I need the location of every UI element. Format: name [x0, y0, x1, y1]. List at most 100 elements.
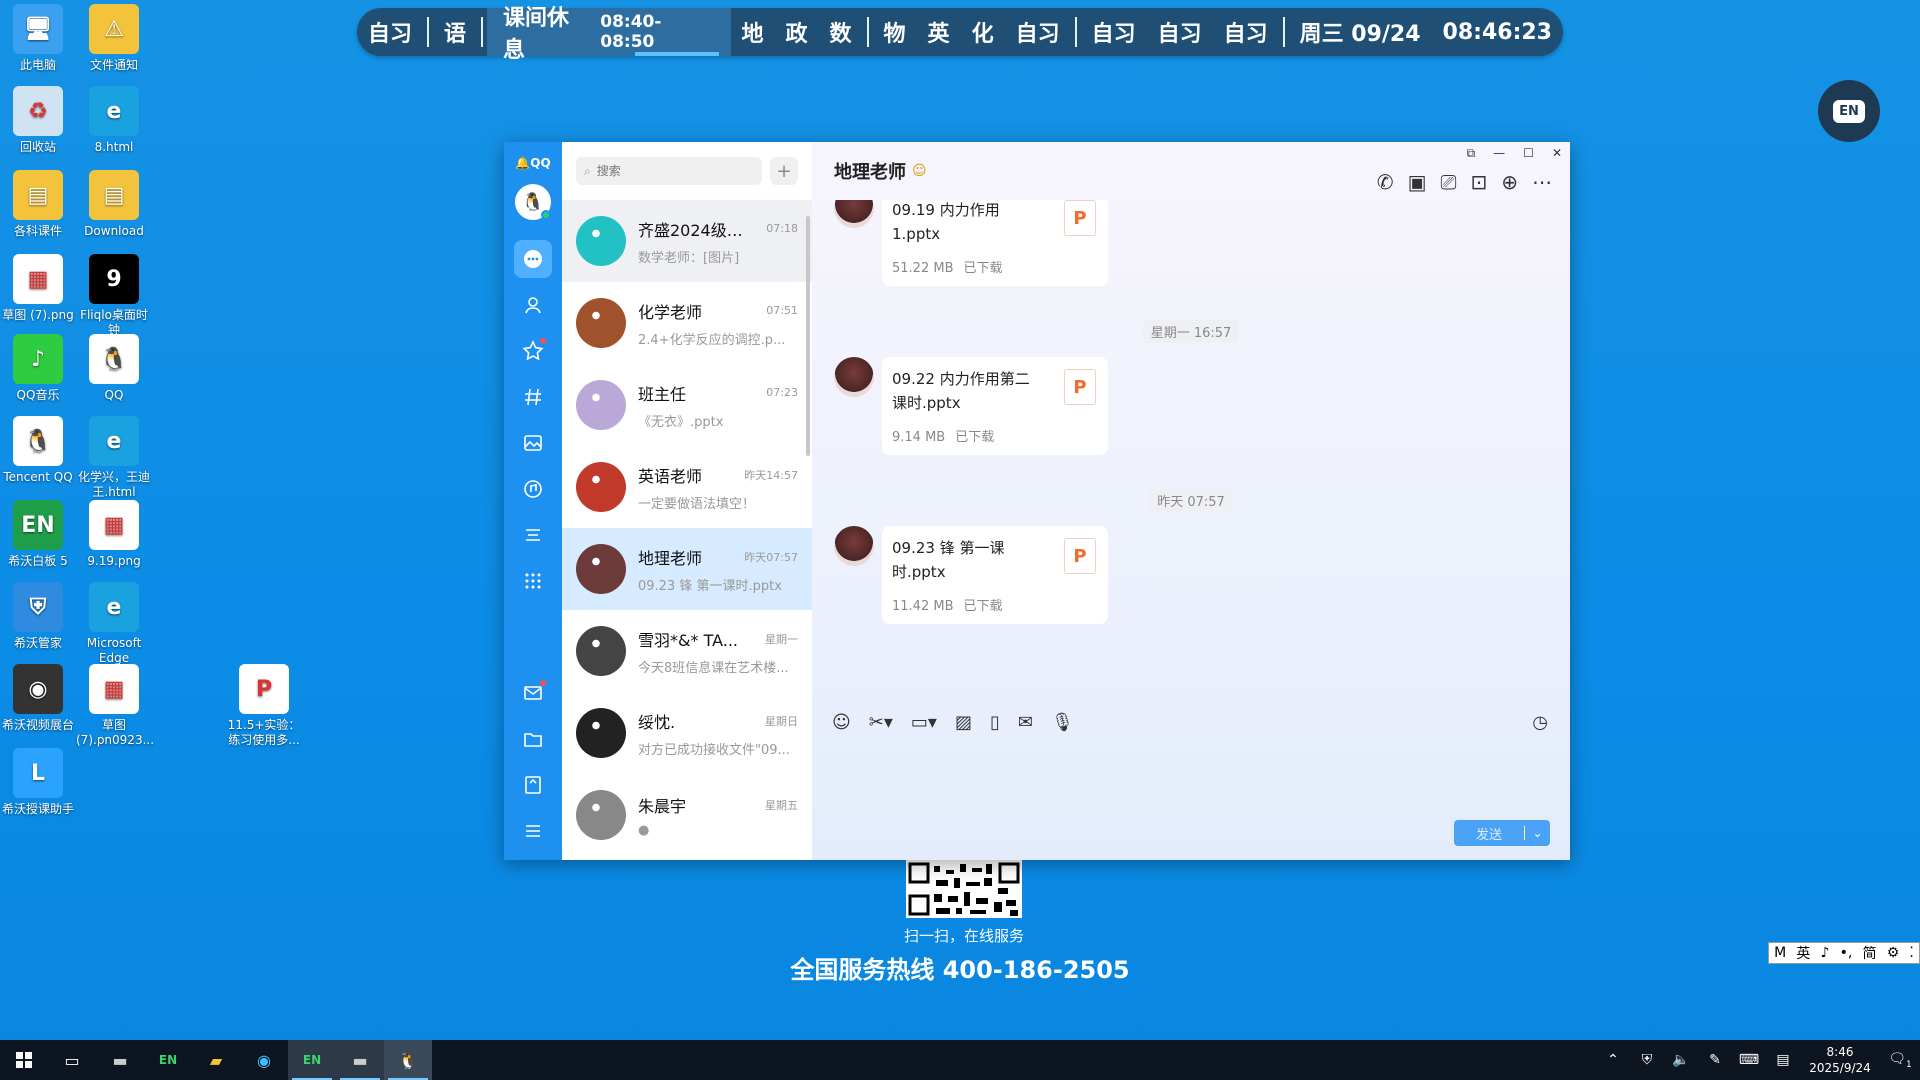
start-button[interactable]: [0, 1040, 48, 1080]
desktop-icon[interactable]: P 11.5+实验：练习使用多...: [226, 664, 302, 748]
desktop-icon[interactable]: e 8.html: [76, 86, 152, 155]
desktop-icon[interactable]: L 希沃授课助手: [0, 748, 76, 817]
apps-nav-icon[interactable]: [514, 562, 552, 600]
tablet-mode-icon[interactable]: ▤: [1766, 1052, 1800, 1068]
notification-icon[interactable]: 🗨1: [1880, 1051, 1920, 1070]
favorites-nav-icon[interactable]: [514, 332, 552, 370]
history-icon[interactable]: ◷: [1532, 712, 1548, 733]
channels-nav-icon[interactable]: [514, 378, 552, 416]
taskbar-qq-icon[interactable]: 🐧: [384, 1040, 432, 1080]
desktop-icon[interactable]: ▤ 各科课件: [0, 170, 76, 239]
minimize-button[interactable]: —: [1493, 146, 1505, 161]
taskbar-seewo-icon[interactable]: EN: [144, 1040, 192, 1080]
red-packet-icon[interactable]: ✉: [1018, 712, 1033, 733]
remote-assist-icon[interactable]: ⊡: [1470, 170, 1487, 194]
desktop-icon[interactable]: ◉ 希沃视频展台: [0, 664, 76, 733]
desktop-icon[interactable]: EN 希沃白板 5: [0, 500, 76, 569]
image-icon[interactable]: ▨: [955, 712, 972, 733]
ime-simplified-toggle[interactable]: 简: [1863, 943, 1877, 963]
desktop-icon[interactable]: 🐧 Tencent QQ: [0, 416, 76, 485]
screenshot-icon[interactable]: ✂▾: [869, 712, 893, 733]
ime-mode-icon[interactable]: M: [1774, 945, 1786, 961]
file-send-icon[interactable]: ▭▾: [911, 712, 937, 733]
desktop-icon[interactable]: ⚠ 文件通知: [76, 4, 152, 73]
task-view-icon[interactable]: ▭: [48, 1040, 96, 1080]
contacts-nav-icon[interactable]: [514, 286, 552, 324]
add-member-icon[interactable]: ⊕: [1501, 170, 1518, 194]
keyboard-icon[interactable]: ⌨: [1732, 1052, 1766, 1068]
gallery-nav-icon[interactable]: [514, 424, 552, 462]
bookmark-nav-icon[interactable]: [514, 766, 552, 804]
list-scrollbar[interactable]: [806, 216, 810, 456]
ime-settings-icon[interactable]: ⚙: [1887, 945, 1900, 961]
desktop-icon[interactable]: ▤ Download: [76, 170, 152, 239]
taskbar-seewo-active-icon[interactable]: EN: [288, 1040, 336, 1080]
taskbar-clock[interactable]: 8:46 2025/9/24: [1800, 1044, 1880, 1076]
desktop-icon[interactable]: ▦ 9.19.png: [76, 500, 152, 569]
sender-avatar[interactable]: [834, 200, 874, 228]
taskbar-explorer-icon[interactable]: ▰: [192, 1040, 240, 1080]
send-button[interactable]: 发送 ⌄: [1454, 820, 1550, 846]
microphone-icon[interactable]: 🎙: [1051, 712, 1074, 733]
en-floating-button[interactable]: EN: [1818, 80, 1880, 142]
my-avatar[interactable]: 🐧: [515, 184, 551, 220]
taskbar-camera-active-icon[interactable]: ▬: [336, 1040, 384, 1080]
conversation-item[interactable]: 地理老师 昨天07:57 09.23 锋 第一课时.pptx: [562, 528, 812, 610]
ime-more-icon[interactable]: ⁚: [1909, 945, 1913, 961]
file-message[interactable]: 09.22 内力作用第二课时.pptx P 9.14 MB 已下载: [882, 357, 1108, 455]
menu-nav-icon[interactable]: [514, 812, 552, 850]
ime-toolbar[interactable]: M 英 ♪ •, 简 ⚙ ⁚: [1768, 942, 1920, 964]
conversation-item[interactable]: 英语老师 昨天14:57 一定要做语法填空！: [562, 446, 812, 528]
feed-nav-icon[interactable]: [514, 516, 552, 554]
add-button[interactable]: +: [770, 157, 798, 185]
schedule-item: 自习: [368, 22, 413, 47]
desktop-icon[interactable]: e Microsoft Edge: [76, 582, 152, 666]
send-options-chevron-icon[interactable]: ⌄: [1524, 826, 1550, 840]
files-nav-icon[interactable]: [514, 720, 552, 758]
desktop-icon[interactable]: ♪ QQ音乐: [0, 334, 76, 403]
conversation-item[interactable]: 雪羽*&* TA... 星期一 今天8班信息课在艺术楼...: [562, 610, 812, 692]
desktop-icon[interactable]: 9 Fliqlo桌面时钟: [76, 254, 152, 338]
desktop-icon[interactable]: 🐧 QQ: [76, 334, 152, 403]
volume-icon[interactable]: 🔈: [1664, 1052, 1698, 1068]
sender-avatar[interactable]: [834, 357, 874, 397]
taskbar-camera-icon[interactable]: ▬: [96, 1040, 144, 1080]
shake-icon[interactable]: ▯: [990, 712, 1000, 733]
desktop-icon[interactable]: ♻ 回收站: [0, 86, 76, 155]
search-box[interactable]: ⌕: [576, 157, 762, 185]
file-message[interactable]: 09.19 内力作用1.pptx P 51.22 MB 已下载: [882, 200, 1108, 286]
conversation-item[interactable]: 朱晨宇 星期五 ●: [562, 774, 812, 856]
video-call-icon[interactable]: ▣: [1408, 170, 1427, 194]
ime-moon-icon[interactable]: ♪: [1821, 945, 1830, 961]
pin-window-icon[interactable]: ⧉: [1467, 146, 1476, 161]
conversation-item[interactable]: 齐盛2024级8... 07:18 数学老师：[图片]: [562, 200, 812, 282]
desktop-icon[interactable]: e 化学兴，王迪王.html: [76, 416, 152, 500]
more-options-icon[interactable]: ⋯: [1532, 170, 1552, 194]
desktop-icon[interactable]: ⛨ 希沃管家: [0, 582, 76, 651]
voice-call-icon[interactable]: ✆: [1377, 170, 1394, 194]
conversation-item[interactable]: 化学老师 07:51 2.4+化学反应的调控.p...: [562, 282, 812, 364]
screen-share-icon[interactable]: ⎚: [1440, 170, 1456, 194]
maximize-button[interactable]: ☐: [1523, 146, 1534, 161]
desktop-icon[interactable]: ▦ 草图 (7).png: [0, 254, 76, 323]
mail-nav-icon[interactable]: [514, 674, 552, 712]
ime-language-toggle[interactable]: 英: [1796, 943, 1810, 963]
sender-avatar[interactable]: [834, 526, 874, 566]
music-nav-icon[interactable]: [514, 470, 552, 508]
search-input[interactable]: [596, 164, 754, 178]
close-button[interactable]: ✕: [1552, 146, 1562, 161]
edge-icon: e: [89, 416, 139, 466]
conversation-item[interactable]: 绥忱. 星期日 对方已成功接收文件"09...: [562, 692, 812, 774]
tray-chevron-icon[interactable]: ⌃: [1596, 1052, 1630, 1068]
desktop-icon[interactable]: ▦ 草图 (7).pn0923...: [76, 664, 154, 748]
message-input[interactable]: 发送 ⌄: [812, 744, 1570, 860]
ime-punctuation-icon[interactable]: •,: [1840, 945, 1853, 961]
messages-nav-icon[interactable]: [514, 240, 552, 278]
taskbar-edge-icon[interactable]: ◉: [240, 1040, 288, 1080]
emoji-icon[interactable]: ☺: [832, 712, 851, 733]
desktop-icon[interactable]: 🖥 此电脑: [0, 4, 76, 73]
tray-defender-icon[interactable]: ⛨: [1630, 1052, 1664, 1068]
conversation-item[interactable]: 班主任 07:23 《无衣》.pptx: [562, 364, 812, 446]
pen-icon[interactable]: ✎: [1698, 1052, 1732, 1068]
file-message[interactable]: 09.23 锋 第一课时.pptx P 11.42 MB 已下载: [882, 526, 1108, 624]
